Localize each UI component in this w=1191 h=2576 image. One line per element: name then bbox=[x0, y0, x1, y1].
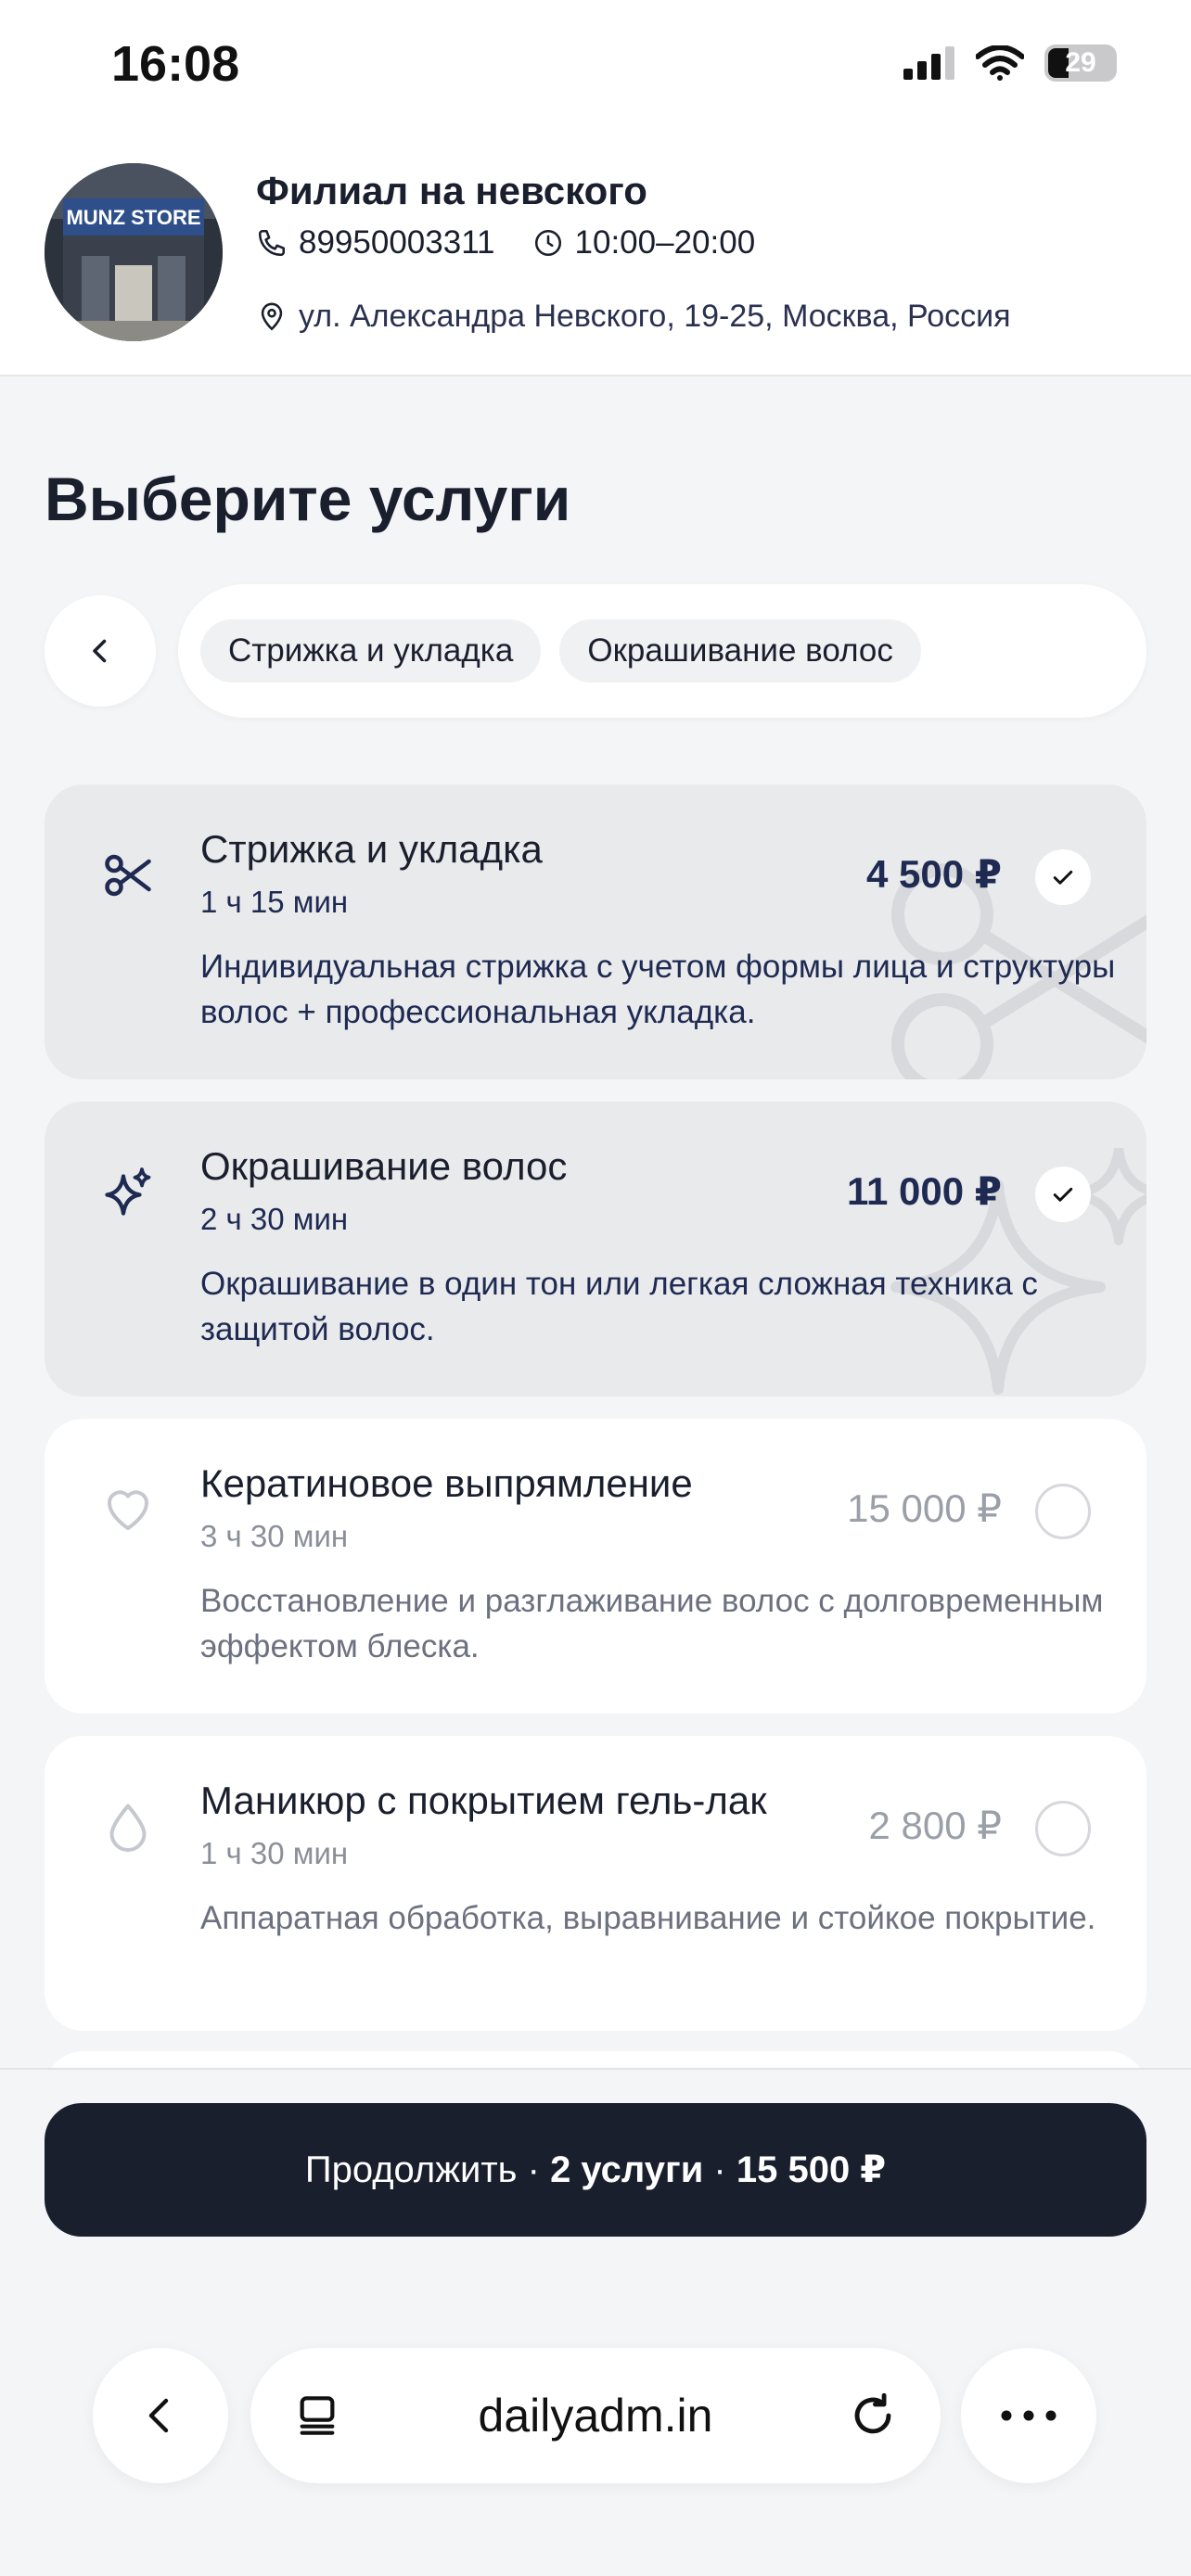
drop-icon bbox=[109, 1804, 147, 1852]
service-title: Окрашивание волос bbox=[200, 1144, 568, 1188]
service-price: 2 800 ₽ bbox=[868, 1804, 1003, 1847]
service-card-haircut[interactable]: Стрижка и укладка 1 ч 15 мин 4 500 ₽ Инд… bbox=[45, 784, 1146, 1079]
service-title: Маникюр с покрытием гель-лак bbox=[200, 1779, 767, 1822]
more-dots-icon bbox=[1001, 2410, 1057, 2421]
service-checkbox[interactable] bbox=[1035, 849, 1091, 905]
phone-contact[interactable]: 89950003311 bbox=[256, 224, 495, 261]
service-card-coloring[interactable]: Окрашивание волос 2 ч 30 мин 11 000 ₽ Ок… bbox=[45, 1102, 1146, 1396]
service-checkbox[interactable] bbox=[1035, 1801, 1091, 1856]
branch-avatar[interactable]: MUNZ STORE bbox=[45, 163, 223, 341]
chevron-left-icon bbox=[93, 639, 107, 663]
url-text[interactable]: dailyadm.in bbox=[250, 2389, 941, 2442]
cellular-signal-icon bbox=[903, 46, 954, 80]
checkmark-icon bbox=[1053, 1187, 1073, 1202]
service-price: 11 000 ₽ bbox=[846, 1169, 1002, 1213]
service-duration: 3 ч 30 мин bbox=[200, 1519, 349, 1553]
cta-total: 15 500 ₽ bbox=[736, 2149, 887, 2190]
battery-level: 29 bbox=[1065, 47, 1096, 78]
service-description: Индивидуальная стрижка с учетом формы ли… bbox=[200, 949, 1116, 1030]
service-price: 4 500 ₽ bbox=[866, 852, 1002, 896]
sparkles-icon bbox=[105, 1167, 151, 1216]
service-description: Восстановление и разглаживание волос с д… bbox=[200, 1583, 1104, 1664]
wifi-icon bbox=[976, 45, 1024, 81]
address-row[interactable]: ул. Александра Невского, 19-25, Москва, … bbox=[256, 299, 1011, 335]
browser-back-button[interactable] bbox=[93, 2348, 228, 2483]
service-title: Стрижка и укладка bbox=[200, 827, 543, 871]
more-options-button[interactable] bbox=[961, 2348, 1096, 2483]
category-chip-bar: Стрижка и укладка Окрашивание волос bbox=[178, 584, 1146, 718]
status-icons: 29 bbox=[903, 45, 1117, 82]
service-card-manicure[interactable]: Маникюр с покрытием гель-лак 1 ч 30 мин … bbox=[45, 1736, 1146, 2031]
store-photo: MUNZ STORE bbox=[45, 163, 223, 341]
hours-text: 10:00–20:00 bbox=[574, 224, 756, 261]
battery-icon: 29 bbox=[1044, 45, 1117, 82]
clock-icon bbox=[534, 229, 561, 257]
page-title: Выберите услуги bbox=[45, 465, 571, 533]
cta-separator: · bbox=[703, 2149, 736, 2190]
service-title: Кератиновое выпрямление bbox=[200, 1461, 693, 1505]
working-hours: 10:00–20:00 bbox=[532, 224, 756, 261]
service-checkbox[interactable] bbox=[1035, 1167, 1091, 1222]
continue-button[interactable]: Продолжить · 2 услуги · 15 500 ₽ bbox=[45, 2103, 1146, 2237]
url-bar[interactable]: dailyadm.in bbox=[250, 2348, 941, 2483]
back-button[interactable] bbox=[45, 595, 156, 707]
phone-number: 89950003311 bbox=[299, 224, 495, 261]
branch-header: MUNZ STORE Филиал на невского 8995000331… bbox=[0, 139, 1191, 376]
address-text: ул. Александра Невского, 19-25, Москва, … bbox=[299, 299, 1011, 334]
checkmark-icon bbox=[1053, 870, 1073, 885]
scissors-icon bbox=[105, 854, 151, 897]
service-duration: 2 ч 30 мин bbox=[200, 1202, 349, 1236]
cta-count: 2 услуги bbox=[550, 2149, 704, 2190]
status-bar: 16:08 29 bbox=[0, 0, 1191, 139]
service-duration: 1 ч 30 мин bbox=[200, 1836, 349, 1870]
chip-haircut[interactable]: Стрижка и укладка bbox=[200, 619, 542, 682]
contact-row: 89950003311 10:00–20:00 bbox=[256, 224, 792, 261]
service-price: 15 000 ₽ bbox=[847, 1486, 1002, 1530]
service-description: Окрашивание в один тон или легкая сложна… bbox=[200, 1266, 1038, 1347]
service-description: Аппаратная обработка, выравнивание и сто… bbox=[200, 1900, 1096, 1936]
reload-icon[interactable] bbox=[846, 2389, 900, 2442]
chevron-left-icon bbox=[148, 2398, 169, 2433]
location-pin-icon bbox=[261, 302, 283, 330]
heart-icon bbox=[108, 1490, 148, 1530]
status-time: 16:08 bbox=[111, 36, 240, 92]
branch-name: Филиал на невского bbox=[256, 169, 647, 212]
service-checkbox[interactable] bbox=[1035, 1484, 1091, 1539]
cta-prefix: Продолжить · bbox=[304, 2149, 551, 2190]
store-sign: MUNZ STORE bbox=[66, 206, 200, 229]
service-duration: 1 ч 15 мин bbox=[200, 885, 349, 919]
phone-icon bbox=[258, 229, 286, 257]
service-card-keratin[interactable]: Кератиновое выпрямление 3 ч 30 мин 15 00… bbox=[45, 1419, 1146, 1714]
chip-coloring[interactable]: Окрашивание волос bbox=[559, 619, 921, 682]
